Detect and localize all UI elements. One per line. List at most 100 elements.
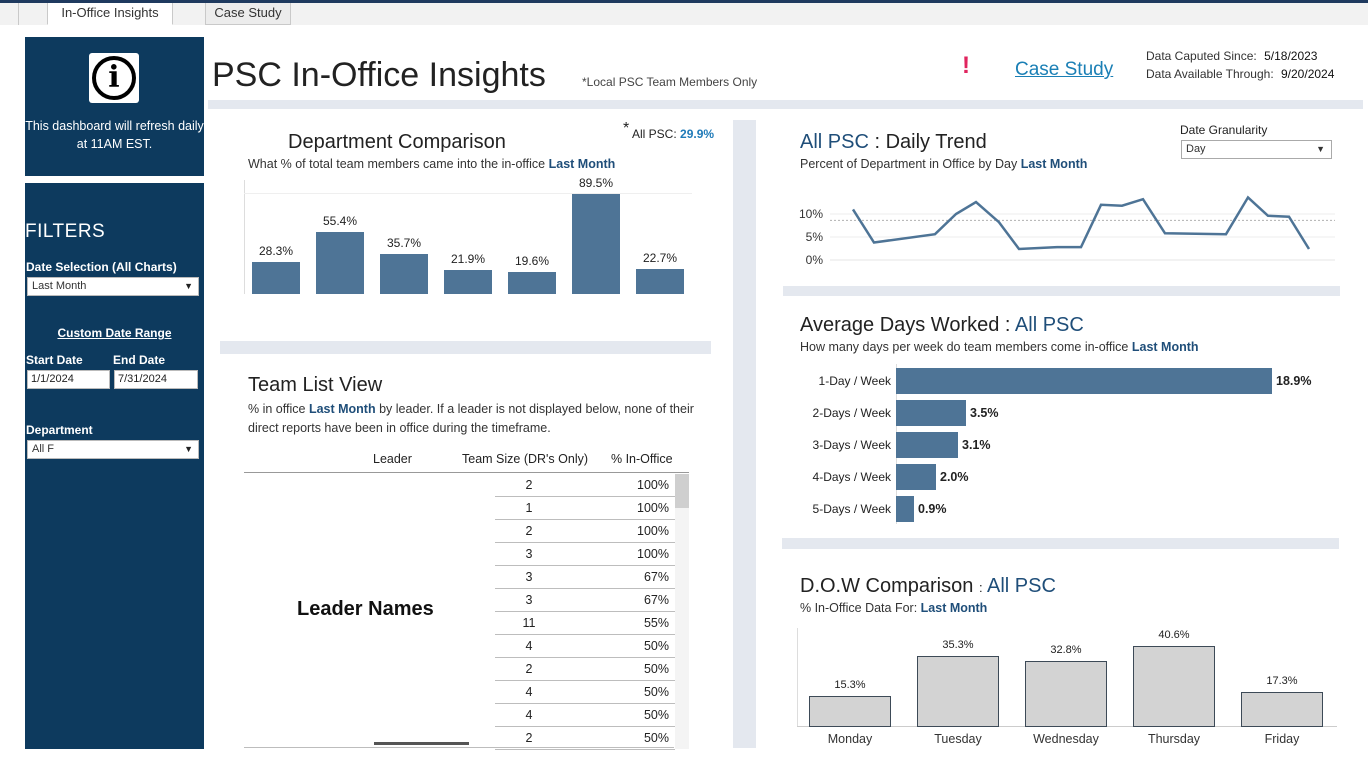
dow-bar[interactable] [1133,646,1215,727]
date-selection-dropdown[interactable]: Last Month ▼ [27,277,199,296]
dow-bar-label: 15.3% [834,679,866,691]
col-pct-in-office[interactable]: % In-Office [611,452,673,466]
avgdays-value-label: 3.5% [970,406,999,420]
dow-y-axis [797,628,798,727]
dept-bar[interactable] [316,232,364,294]
dow-category-label: Thursday [1147,732,1201,746]
avgdays-value-label: 2.0% [940,470,969,484]
dow-title-sep: : [978,580,983,595]
table-row[interactable]: 4 50% [495,635,675,658]
table-row[interactable]: 4 50% [495,681,675,704]
dept-bar-label: 55.4% [322,214,358,228]
header-divider [208,100,1363,109]
team-title: Team List View [248,374,383,396]
granularity-dropdown[interactable]: Day ▼ [1181,140,1332,159]
dept-bar-label: 89.5% [578,176,614,190]
end-date-input[interactable]: 7/31/2024 [114,370,198,389]
dept-bar[interactable] [508,272,556,294]
table-row[interactable]: 11 55% [495,612,675,635]
dow-title-a: D.O.W Comparison [800,575,974,597]
table-scroll-thumb[interactable] [675,474,689,508]
team-size-cell: 4 [525,639,533,653]
col-team-size[interactable]: Team Size (DR's Only) [462,452,588,466]
dow-bar[interactable] [1025,661,1107,727]
refresh-note: This dashboard will refresh daily at 11A… [25,119,204,151]
pct-in-office-cell: 50% [643,639,669,653]
tab-strip: In-Office Insights Case Study [0,3,1368,25]
table-row[interactable]: 3 67% [495,566,675,589]
avgdays-bar[interactable] [896,368,1272,394]
table-row[interactable]: 2 100% [495,474,675,497]
department-dropdown[interactable]: All F ▼ [27,440,199,459]
tab-in-office-insights[interactable]: In-Office Insights [47,3,173,25]
leader-names-label: Leader Names [297,598,434,620]
col-leader[interactable]: Leader [373,452,412,466]
dow-bar[interactable] [809,696,891,727]
info-icon[interactable]: i [89,53,139,103]
filters-panel: FILTERS Date Selection (All Charts) Last… [25,183,204,749]
trend-line[interactable] [851,195,1311,251]
avgdays-value-label: 18.9% [1276,374,1312,388]
team-size-cell: 2 [525,662,533,676]
avgdays-period: Last Month [1131,340,1199,354]
allpsc-value: 29.9% [680,127,715,141]
captured-since: Data Caputed Since: 5/18/2023 [1146,49,1317,63]
table-header-line [244,472,689,473]
avgdays-title-a: Average Days Worked : [800,314,1011,336]
trend-y-tick: 10% [799,207,823,221]
tab-case-study[interactable]: Case Study [205,3,291,25]
dept-period: Last Month [548,157,616,171]
avgdays-title: Average Days Worked : All PSC [800,314,1084,337]
dow-category-label: Friday [1264,732,1300,746]
dept-bar-label: 21.9% [450,252,486,266]
start-date-input[interactable]: 1/1/2024 [27,370,110,389]
dept-bar[interactable] [572,194,620,294]
dept-bar-label: 22.7% [642,251,678,265]
team-size-cell: 3 [525,570,533,584]
team-size-cell: 3 [525,593,533,607]
chevron-down-icon: ▼ [1316,144,1325,154]
table-row[interactable]: 2 50% [495,658,675,681]
dept-bar[interactable] [380,254,428,294]
table-scrollbar[interactable] [675,474,689,749]
avgdays-bar[interactable] [896,496,914,522]
pct-in-office-cell: 50% [643,662,669,676]
dept-subtitle: What % of total team members came into t… [248,157,615,171]
dept-bar[interactable] [252,262,300,294]
avgdays-bar[interactable] [896,464,936,490]
dow-bar[interactable] [1241,692,1323,727]
avgdays-subtitle: How many days per week do team members c… [800,340,1199,354]
dow-category-label: Monday [827,732,873,746]
dow-bar-label: 17.3% [1266,675,1298,687]
avgdays-category-label: 2-Days / Week [812,406,891,420]
team-size-cell: 2 [525,478,533,492]
avgdays-bar[interactable] [896,400,966,426]
table-row[interactable]: 3 67% [495,589,675,612]
pct-in-office-cell: 55% [643,616,669,630]
case-study-link[interactable]: Case Study [1015,59,1113,81]
team-size-cell: 2 [525,731,533,745]
dept-bar[interactable] [444,270,492,294]
table-row[interactable]: 1 100% [495,497,675,520]
avgdays-category-label: 1-Day / Week [818,374,891,388]
avgdays-bar[interactable] [896,432,958,458]
allpsc-summary: All PSC: 29.9% [632,127,714,141]
section-divider [782,538,1339,549]
table-row[interactable]: 2 100% [495,520,675,543]
team-subtitle-pre: % in office [248,402,306,416]
table-row[interactable]: 4 50% [495,704,675,727]
dept-bar-label: 19.6% [514,254,550,268]
dept-bar-label: 28.3% [258,244,294,258]
leader-name-clipped [374,739,469,745]
pct-in-office-cell: 67% [643,570,669,584]
table-row[interactable]: 3 100% [495,543,675,566]
dow-category-label: Tuesday [934,732,982,746]
dept-bar-chart: 28.3% 55.4% 35.7% 21.9% 19.6% 89.5% 22.7% [244,176,694,295]
page-title: PSC In-Office Insights [212,56,546,94]
team-size-cell: 2 [525,524,533,538]
dept-bar[interactable] [636,269,684,294]
avgdays-subtitle-text: How many days per week do team members c… [800,340,1129,354]
dow-bar[interactable] [917,656,999,727]
pct-in-office-cell: 50% [643,731,669,745]
dept-gridline [244,193,692,194]
